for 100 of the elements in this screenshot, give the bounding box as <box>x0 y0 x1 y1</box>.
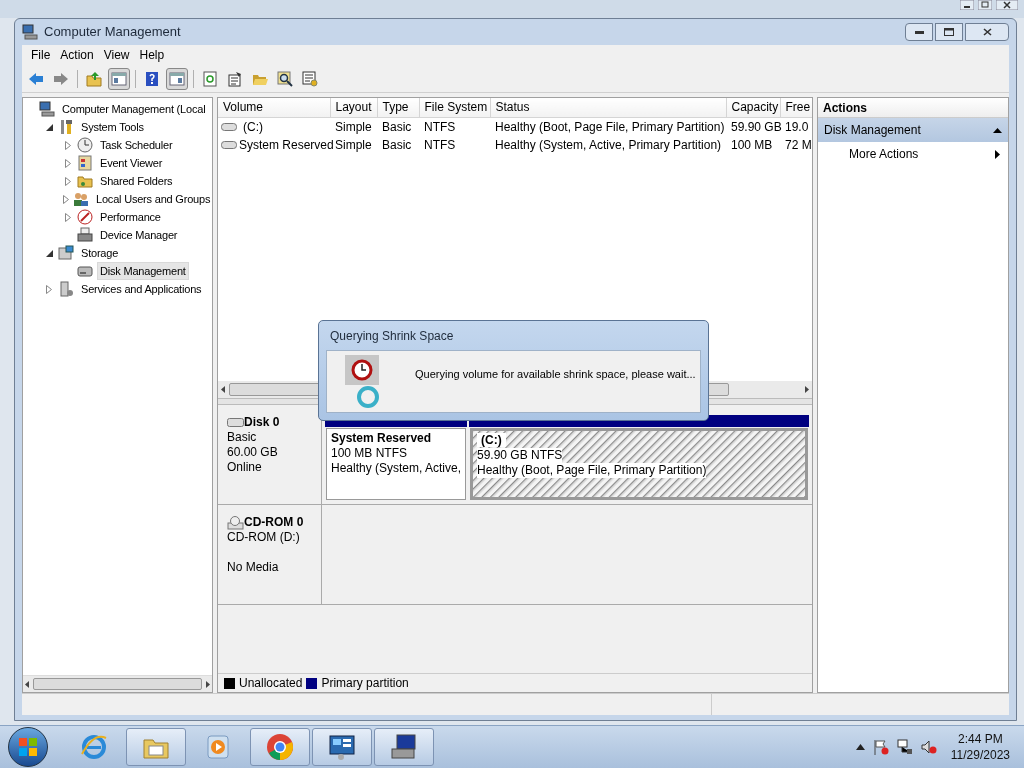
menu-item[interactable]: File <box>26 46 56 64</box>
partition-block[interactable]: (C:) 59.90 GB NTFS Healthy (Boot, Page File, Primary Partition) <box>470 428 808 500</box>
restore-icon <box>944 28 954 36</box>
scroll-right-icon[interactable] <box>805 386 809 393</box>
window-title: Computer Management <box>44 23 181 42</box>
computer-icon <box>39 101 55 117</box>
help-icon <box>144 70 160 87</box>
taskbar-button[interactable] <box>312 728 372 766</box>
disk-info: Online <box>227 460 263 475</box>
menu-item[interactable]: Help <box>134 46 170 64</box>
speaker-muted-icon[interactable] <box>920 739 937 755</box>
scroll-right-icon[interactable] <box>206 680 210 688</box>
tree-item[interactable]: Local Users and Groups <box>93 189 212 209</box>
collapse-arrow-icon <box>993 127 1002 133</box>
column-header[interactable]: File System <box>419 98 490 117</box>
menu-item[interactable]: Action <box>55 46 99 64</box>
tree-item[interactable]: Disk Management <box>97 261 189 281</box>
minimize-icon <box>914 30 924 34</box>
partition-status: Healthy (Boot, Page File, Primary Partition) <box>477 463 707 478</box>
expanded-arrow-icon[interactable] <box>45 249 53 257</box>
clock-with-spinner-icon <box>345 354 379 409</box>
partition-name: System Reserved <box>331 431 433 446</box>
column-header[interactable]: Volume <box>218 98 330 117</box>
submenu-arrow-icon <box>995 149 1000 159</box>
column-header[interactable]: Capacity <box>726 98 780 117</box>
taskbar-button[interactable] <box>374 728 434 766</box>
control-panel-icon <box>327 732 357 762</box>
column-header[interactable]: Status <box>490 98 726 117</box>
disk-info: 60.00 GB <box>227 445 279 460</box>
partition-size: 59.90 GB NTFS <box>477 448 563 463</box>
close-icon[interactable] <box>996 0 1018 10</box>
storage-icon <box>58 245 74 261</box>
horizontal-scrollbar[interactable] <box>23 675 212 692</box>
action-item[interactable]: More Actions <box>818 142 1008 166</box>
column-header[interactable]: Type <box>377 98 419 117</box>
properties-icon <box>227 70 243 87</box>
collapsed-arrow-icon[interactable] <box>65 212 71 222</box>
windows-logo-icon <box>18 737 38 757</box>
table-cell-text: NTFS <box>423 137 456 152</box>
collapsed-arrow-icon[interactable] <box>65 158 71 168</box>
scroll-left-icon[interactable] <box>221 386 225 393</box>
search-icon <box>277 70 293 87</box>
tree-item[interactable]: Computer Management (Local <box>59 99 209 119</box>
show-hidden-icons-icon[interactable] <box>855 744 865 750</box>
server-icon <box>58 281 74 297</box>
table-cell-text: NTFS <box>423 119 456 134</box>
clock[interactable]: 2:44 PM 11/29/2023 <box>950 731 1010 763</box>
collapsed-arrow-icon[interactable] <box>65 140 71 150</box>
partition-block[interactable]: System Reserved 100 MB NTFS Healthy (System, Active, <box>326 428 466 500</box>
table-cell-text: Basic <box>381 119 412 134</box>
table-cell-text: (C:) <box>242 118 263 136</box>
collapsed-arrow-icon[interactable] <box>46 284 52 294</box>
partition-status: Healthy (System, Active, <box>331 461 462 476</box>
disk-name: Disk 0 <box>244 415 280 430</box>
menu-item[interactable]: View <box>98 46 135 64</box>
disk-info: No Media <box>227 560 280 575</box>
legend-label: Primary partition <box>321 675 409 692</box>
partition-name: (C:) <box>477 433 801 448</box>
minimize-button[interactable] <box>905 23 933 41</box>
flag-icon[interactable] <box>872 739 889 755</box>
expanded-arrow-icon[interactable] <box>45 123 53 131</box>
tree-item[interactable]: System Tools <box>78 117 147 137</box>
maximize-icon[interactable] <box>978 0 992 10</box>
folder-up-icon <box>86 70 102 87</box>
tree-item[interactable]: Services and Applications <box>78 279 205 299</box>
actions-section-header[interactable]: Disk Management <box>818 118 1008 142</box>
tree-item[interactable]: Event Viewer <box>97 153 166 173</box>
column-header[interactable]: Layout <box>330 98 377 117</box>
computer-icon <box>389 732 419 762</box>
show-action-pane-button[interactable] <box>166 67 188 90</box>
tree-item[interactable]: Performance <box>97 207 164 227</box>
tree-item[interactable]: Task Scheduler <box>97 135 176 155</box>
tree-item[interactable]: Storage <box>78 243 122 263</box>
tree-item[interactable]: Device Manager <box>97 225 181 245</box>
scroll-left-icon[interactable] <box>25 680 29 688</box>
drive-icon <box>227 418 244 427</box>
network-icon[interactable] <box>896 739 913 755</box>
tree-item[interactable]: Shared Folders <box>97 171 176 191</box>
folder-icon <box>77 173 93 189</box>
table-cell-text: 100 MB <box>730 137 773 152</box>
drive-icon <box>221 140 237 149</box>
table-cell-text: 59.90 GB <box>730 119 782 134</box>
drive-icon <box>221 122 237 131</box>
table-cell-text: System Reserved <box>239 136 334 154</box>
maximize-button[interactable] <box>935 23 963 41</box>
dialog-title: Querying Shrink Space <box>330 327 454 345</box>
table-cell-text: Simple <box>334 137 372 152</box>
start-button[interactable] <box>8 727 48 767</box>
table-cell-text: Healthy (System, Active, Primary Partition) <box>494 137 722 152</box>
tools-icon <box>58 119 74 135</box>
chrome-icon <box>265 732 295 762</box>
pane-icon <box>169 70 185 87</box>
collapsed-arrow-icon[interactable] <box>65 176 71 186</box>
column-header[interactable]: Free <box>780 98 812 117</box>
users-icon <box>73 191 89 207</box>
close-button[interactable] <box>965 23 1009 41</box>
minimize-icon[interactable] <box>960 0 974 10</box>
show-tree-button[interactable] <box>108 67 130 90</box>
table-cell-text: 19.0 <box>784 119 809 134</box>
collapsed-arrow-icon[interactable] <box>63 194 69 204</box>
